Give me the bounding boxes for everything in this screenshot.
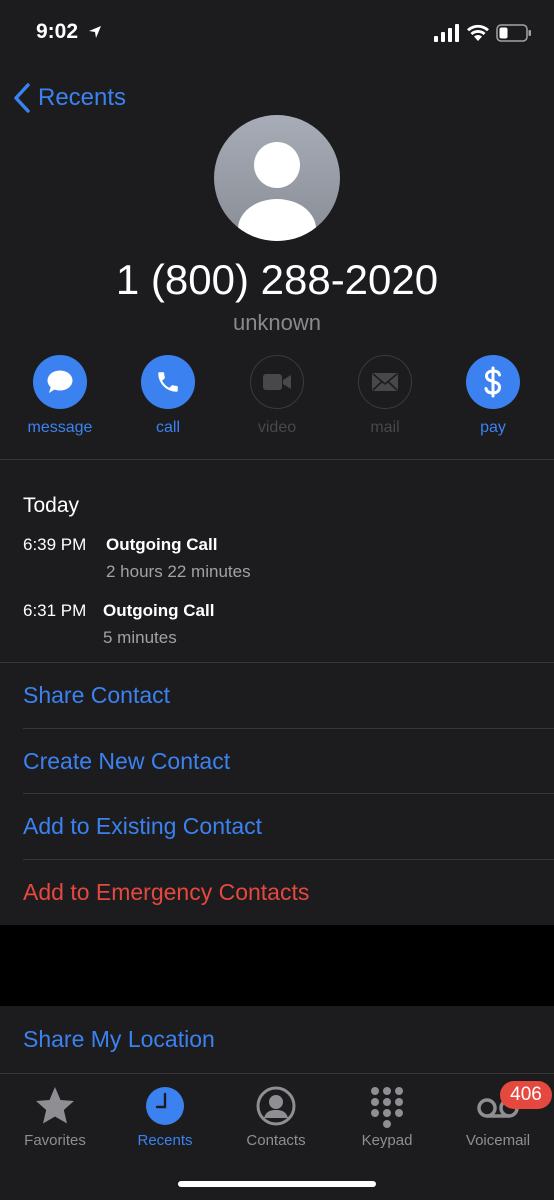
call-time: 6:31 PM xyxy=(23,601,87,620)
back-button[interactable]: Recents xyxy=(12,80,126,116)
video-camera-icon xyxy=(263,374,291,390)
share-contact-button[interactable]: Share Contact xyxy=(0,663,554,728)
cellular-signal-icon xyxy=(434,24,459,42)
status-time: 9:02 xyxy=(36,20,79,43)
wifi-icon xyxy=(467,24,489,41)
divider xyxy=(0,459,554,460)
message-bubble-icon xyxy=(47,370,73,393)
tab-favorites[interactable]: Favorites xyxy=(0,1084,110,1149)
action-row: message call video mail pay xyxy=(0,355,554,445)
call-type: Outgoing Call xyxy=(103,601,215,620)
home-indicator[interactable] xyxy=(178,1181,376,1187)
video-button[interactable]: video xyxy=(227,355,327,437)
mail-label: mail xyxy=(370,419,400,436)
status-bar: 9:02 xyxy=(0,0,554,70)
chevron-left-icon xyxy=(14,83,30,113)
tab-label: Recents xyxy=(137,1132,193,1149)
video-circle xyxy=(250,355,304,409)
add-to-emergency-contacts-button[interactable]: Add to Emergency Contacts xyxy=(0,860,554,925)
call-duration: 5 minutes xyxy=(103,628,177,647)
envelope-icon xyxy=(372,373,398,391)
tab-label: Keypad xyxy=(361,1132,413,1149)
back-label: Recents xyxy=(38,84,127,111)
battery-icon xyxy=(496,24,531,42)
tab-contacts[interactable]: Contacts xyxy=(221,1084,331,1149)
add-to-existing-contact-button[interactable]: Add to Existing Contact xyxy=(0,794,554,859)
section-gap xyxy=(0,925,554,1006)
call-button[interactable]: call xyxy=(118,355,218,437)
keypad-icon xyxy=(371,1087,403,1128)
contact-label: unknown xyxy=(232,310,322,335)
clock-icon xyxy=(146,1087,184,1125)
voicemail-badge: 406 xyxy=(500,1081,552,1109)
tab-label: Favorites xyxy=(24,1132,86,1149)
share-my-location-button[interactable]: Share My Location xyxy=(0,1007,554,1072)
dollar-icon xyxy=(484,366,502,398)
history-heading: Today xyxy=(23,494,80,517)
message-circle xyxy=(33,355,87,409)
tab-keypad[interactable]: Keypad xyxy=(332,1084,442,1149)
tab-label: Voicemail xyxy=(465,1132,531,1149)
contact-phone-number: 1 (800) 288-2020 xyxy=(115,256,439,303)
location-arrow-icon xyxy=(89,26,101,38)
person-circle-icon xyxy=(256,1086,296,1126)
message-label: message xyxy=(27,419,93,436)
video-label: video xyxy=(257,419,297,436)
avatar-head-shape xyxy=(254,142,300,188)
call-label: call xyxy=(155,419,180,436)
tab-recents[interactable]: Recents xyxy=(110,1084,220,1149)
call-type: Outgoing Call xyxy=(106,535,218,554)
pay-circle xyxy=(466,355,520,409)
star-icon xyxy=(36,1087,74,1124)
phone-icon xyxy=(158,372,178,392)
call-time: 6:39 PM xyxy=(23,535,87,554)
avatar-body-shape xyxy=(238,199,316,241)
contact-avatar xyxy=(214,115,340,241)
call-duration: 2 hours 22 minutes xyxy=(106,562,251,581)
create-new-contact-button[interactable]: Create New Contact xyxy=(0,729,554,794)
call-circle xyxy=(141,355,195,409)
pay-button[interactable]: pay xyxy=(443,355,543,437)
mail-circle xyxy=(358,355,412,409)
tab-label: Contacts xyxy=(246,1132,306,1149)
message-button[interactable]: message xyxy=(10,355,110,437)
mail-button[interactable]: mail xyxy=(335,355,435,437)
pay-label: pay xyxy=(480,419,506,436)
